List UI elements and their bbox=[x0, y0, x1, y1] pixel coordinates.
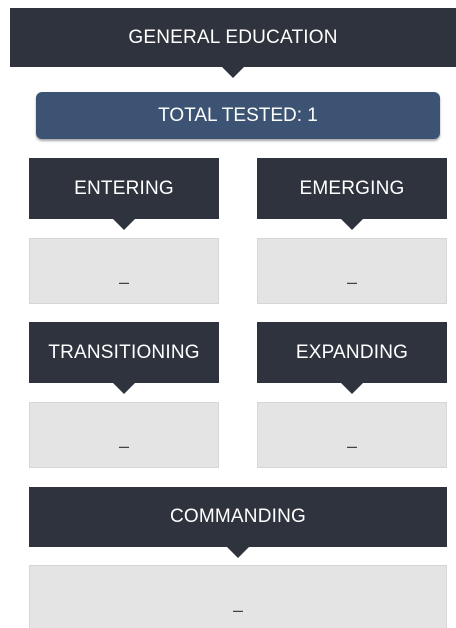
level-value-entering: – bbox=[29, 238, 219, 304]
level-label: COMMANDING bbox=[169, 506, 307, 527]
level-value-expanding: – bbox=[257, 402, 447, 468]
level-value: – bbox=[346, 436, 357, 456]
section-title: GENERAL EDUCATION bbox=[128, 26, 338, 48]
level-header-emerging: EMERGING bbox=[257, 158, 447, 219]
level-value-transitioning: – bbox=[29, 402, 219, 468]
level-value-emerging: – bbox=[257, 238, 447, 304]
level-header-commanding: COMMANDING bbox=[29, 487, 447, 547]
level-value: – bbox=[346, 272, 357, 292]
level-value: – bbox=[118, 436, 129, 456]
level-label: ENTERING bbox=[74, 177, 174, 199]
section-title-banner: GENERAL EDUCATION bbox=[10, 8, 456, 67]
total-tested-bar: TOTAL TESTED: 1 bbox=[36, 92, 440, 139]
level-value: – bbox=[118, 272, 129, 292]
level-header-expanding: EXPANDING bbox=[257, 322, 447, 383]
level-label: EMERGING bbox=[299, 177, 405, 199]
level-header-entering: ENTERING bbox=[29, 158, 219, 219]
level-label: EXPANDING bbox=[295, 341, 409, 363]
level-header-transitioning: TRANSITIONING bbox=[29, 322, 219, 383]
level-value: – bbox=[232, 600, 243, 620]
total-tested-label: TOTAL TESTED: 1 bbox=[158, 104, 318, 126]
level-value-commanding: – bbox=[29, 565, 447, 628]
level-label: TRANSITIONING bbox=[48, 341, 200, 363]
